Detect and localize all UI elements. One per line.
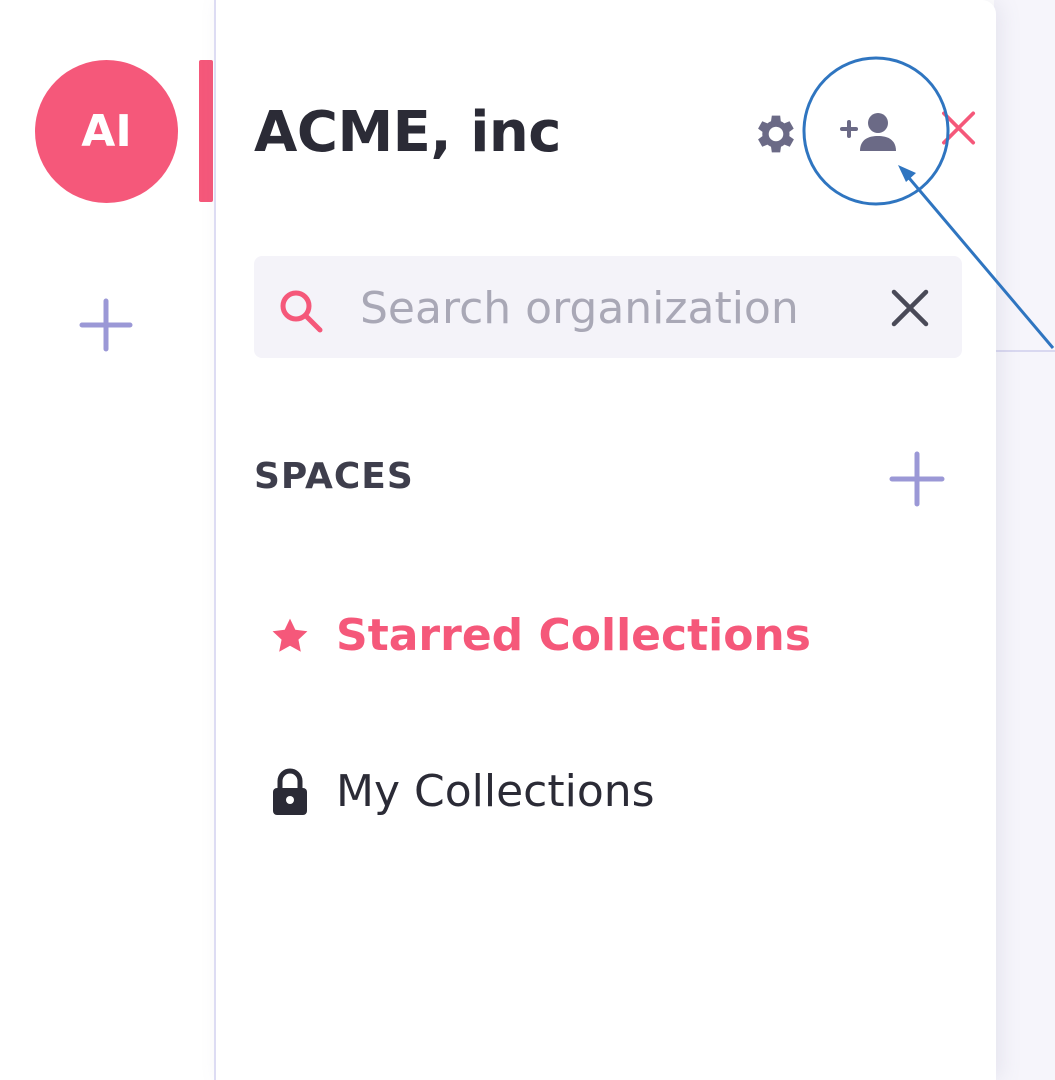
x-icon <box>891 289 929 327</box>
search-icon <box>280 290 323 333</box>
workspace-rail: AI <box>0 0 214 1080</box>
page-backdrop <box>994 0 1055 1080</box>
settings-button[interactable] <box>746 104 806 164</box>
gear-icon <box>758 115 794 153</box>
plus-icon <box>79 298 133 352</box>
add-organization-button[interactable] <box>78 297 134 353</box>
close-panel-button[interactable] <box>938 100 982 156</box>
nav-my-collections[interactable]: My Collections <box>266 766 655 817</box>
nav-starred-collections[interactable]: Starred Collections <box>266 610 811 661</box>
spaces-header: SPACES <box>254 456 414 497</box>
close-icon <box>942 111 976 145</box>
backdrop-divider <box>994 350 1055 352</box>
clear-search-button[interactable] <box>884 282 936 334</box>
add-space-button[interactable] <box>888 450 946 508</box>
add-user-icon <box>840 113 896 151</box>
invite-member-button[interactable] <box>834 100 908 164</box>
org-avatar-initials: AI <box>81 106 132 157</box>
nav-starred-label: Starred Collections <box>336 610 811 661</box>
plus-icon <box>889 451 945 507</box>
star-icon <box>266 612 314 660</box>
lock-icon <box>266 768 314 816</box>
org-title: ACME, inc <box>254 100 561 165</box>
nav-my-label: My Collections <box>336 766 655 817</box>
active-org-indicator <box>199 60 213 202</box>
org-avatar[interactable]: AI <box>35 60 178 203</box>
org-search-box <box>254 256 962 358</box>
search-input[interactable] <box>358 276 882 340</box>
organization-panel: ACME, inc SPACES <box>214 0 996 1080</box>
